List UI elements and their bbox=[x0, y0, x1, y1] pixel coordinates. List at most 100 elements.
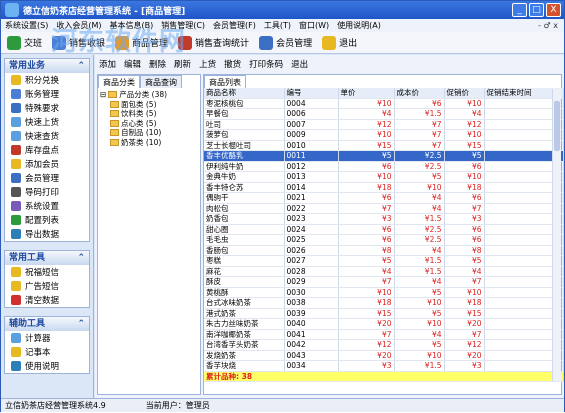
stock-in-button[interactable]: 上货 bbox=[199, 58, 216, 70]
add-button[interactable]: 添加 bbox=[99, 58, 116, 70]
tree-root[interactable]: ⊟ 产品分类 (38) bbox=[100, 90, 198, 100]
handover-button[interactable]: 交班 bbox=[7, 35, 42, 50]
menu-system[interactable]: 系统设置(S) bbox=[5, 19, 48, 32]
col-header-cost[interactable]: 成本价 bbox=[394, 88, 445, 99]
table-row[interactable]: 麻花 0028 ¥4 ¥1.5 ¥4 bbox=[204, 266, 564, 277]
col-header-promo[interactable]: 促销价 bbox=[444, 88, 485, 99]
table-row[interactable]: 香丰优酪乳 0011 ¥5 ¥2.5 ¥5 bbox=[204, 150, 564, 162]
maximize-button[interactable]: □ bbox=[529, 3, 544, 17]
col-header-name[interactable]: 商品名称 bbox=[204, 88, 285, 99]
sidebar-item-clear-data[interactable]: 清空数据 bbox=[5, 293, 89, 307]
tree-node[interactable]: 自制品 (10) bbox=[100, 128, 198, 138]
tree-node[interactable]: 饮料类 (5) bbox=[100, 109, 198, 119]
stock-out-button[interactable]: 撤货 bbox=[224, 58, 241, 70]
table-cell: ¥6 bbox=[338, 224, 395, 235]
tree-node[interactable]: 面包类 (5) bbox=[100, 100, 198, 110]
sidebar-section-header[interactable]: 常用业务 ⌃ bbox=[5, 59, 89, 73]
sidebar-item-quick-stock[interactable]: 快速上货 bbox=[5, 115, 89, 129]
table-row[interactable]: 奶香包 0023 ¥3 ¥1.5 ¥3 bbox=[204, 213, 564, 225]
table-row[interactable]: 发烧奶茶 0043 ¥20 ¥10 ¥20 bbox=[204, 350, 564, 361]
tree-node[interactable]: 奶茶类 (10) bbox=[100, 138, 198, 148]
sidebar-item-config[interactable]: 配置列表 bbox=[5, 213, 89, 227]
table-row[interactable]: 酥皮 0029 ¥7 ¥4 ¥7 bbox=[204, 276, 564, 288]
tree-node[interactable]: 点心类 (5) bbox=[100, 119, 198, 129]
table-cell: ¥10 bbox=[338, 129, 395, 141]
sidebar-item-greeting-sms[interactable]: 祝福短信 bbox=[5, 265, 89, 279]
tab-search[interactable]: 商品查询 bbox=[140, 75, 182, 88]
sidebar-item-member[interactable]: 会员管理 bbox=[5, 171, 89, 185]
collapse-icon[interactable]: ⌃ bbox=[77, 251, 85, 265]
sidebar-section-header[interactable]: 常用工具 ⌃ bbox=[5, 251, 89, 265]
menu-tools[interactable]: 工具(T) bbox=[264, 19, 291, 32]
watermark-text: 河东软件网 bbox=[51, 27, 187, 57]
sidebar-item-notepad[interactable]: 记事本 bbox=[5, 345, 89, 359]
col-header-price[interactable]: 单价 bbox=[338, 88, 395, 99]
sidebar-item-add-member[interactable]: 添加会员 bbox=[5, 157, 89, 171]
table-cell: ¥6 bbox=[444, 192, 485, 204]
sidebar-item-print[interactable]: 导码打印 bbox=[5, 185, 89, 199]
sidebar-item-help[interactable]: 使用说明 bbox=[5, 359, 89, 373]
vertical-scrollbar[interactable] bbox=[552, 89, 561, 381]
scrollbar-thumb[interactable] bbox=[554, 101, 560, 151]
mdi-controls[interactable]: - ♂ x bbox=[538, 19, 564, 32]
table-row[interactable]: 朱古力丝味奶茶 0040 ¥20 ¥10 ¥20 bbox=[204, 318, 564, 330]
tab-categories[interactable]: 商品分类 bbox=[98, 75, 140, 88]
sidebar-item-settings[interactable]: 系统设置 bbox=[5, 199, 89, 213]
table-row[interactable]: 港式奶茶 0039 ¥15 ¥5 ¥15 bbox=[204, 308, 564, 319]
tab-goods-list[interactable]: 商品列表 bbox=[204, 75, 246, 88]
menu-member[interactable]: 会员管理(F) bbox=[213, 19, 256, 32]
table-row[interactable]: 香肠包 0026 ¥8 ¥4 ¥8 bbox=[204, 245, 564, 256]
menu-help[interactable]: 使用说明(A) bbox=[337, 19, 381, 32]
collapse-icon[interactable]: ⌃ bbox=[77, 59, 85, 73]
table-row[interactable]: 毛毛虫 0025 ¥6 ¥2.5 ¥6 bbox=[204, 234, 564, 246]
table-row[interactable]: 吐司 0007 ¥12 ¥7 ¥12 bbox=[204, 119, 564, 130]
table-row[interactable]: 肉松包 0022 ¥7 ¥4 ¥7 bbox=[204, 203, 564, 214]
sidebar-item-ad-sms[interactable]: 广告短信 bbox=[5, 279, 89, 293]
table-row[interactable]: 南洋咖椰奶茶 0041 ¥7 ¥4 ¥7 bbox=[204, 329, 564, 340]
sidebar-item-special[interactable]: 特殊要求 bbox=[5, 101, 89, 115]
table-row[interactable]: 金典牛奶 0013 ¥10 ¥5 ¥10 bbox=[204, 171, 564, 183]
table-row[interactable]: 甜心圈 0024 ¥6 ¥2.5 ¥6 bbox=[204, 224, 564, 235]
refresh-button[interactable]: 刷新 bbox=[174, 58, 191, 70]
table-row[interactable]: 枣泥核桃包 0004 ¥10 ¥6 ¥10 bbox=[204, 98, 564, 109]
sidebar-item-accounts[interactable]: 账务管理 bbox=[5, 87, 89, 101]
folder-icon bbox=[108, 91, 118, 99]
table-row[interactable]: 菠萝包 0009 ¥10 ¥7 ¥10 bbox=[204, 129, 564, 141]
expand-icon[interactable]: ⊟ bbox=[100, 90, 106, 100]
table-row[interactable]: 香丰特仑苏 0014 ¥18 ¥10 ¥18 bbox=[204, 182, 564, 193]
goods-table-body: 枣泥核桃包 0004 ¥10 ¥6 ¥10 早餐包 0006 ¥4 ¥1.5 ¥4 吐司 0007 ¥1… bbox=[204, 98, 564, 382]
sidebar-item-export[interactable]: 导出数据 bbox=[5, 227, 89, 241]
col-header-code[interactable]: 编号 bbox=[284, 88, 339, 99]
minimize-button[interactable]: _ bbox=[512, 3, 527, 17]
sidebar-item-calculator[interactable]: 计算器 bbox=[5, 331, 89, 345]
exit-button[interactable]: 退出 bbox=[322, 35, 357, 50]
goods-exit-button[interactable]: 退出 bbox=[291, 58, 308, 70]
table-row[interactable]: 枣糕 0027 ¥5 ¥1.5 ¥5 bbox=[204, 255, 564, 267]
table-row[interactable]: 香芋块烧 0034 ¥3 ¥1.5 ¥3 bbox=[204, 360, 564, 372]
table-cell: ¥12 bbox=[338, 339, 395, 351]
sidebar-item-quick-check[interactable]: 快速查货 bbox=[5, 129, 89, 143]
table-cell: 0010 bbox=[284, 140, 339, 151]
folder-icon bbox=[110, 119, 119, 127]
collapse-icon[interactable]: ⌃ bbox=[77, 317, 85, 331]
table-row[interactable]: 伊利纯牛奶 0012 ¥6 ¥2.5 ¥6 bbox=[204, 161, 564, 172]
sidebar-section-header[interactable]: 辅助工具 ⌃ bbox=[5, 317, 89, 331]
close-button[interactable]: X bbox=[546, 3, 561, 17]
table-cell: ¥12 bbox=[444, 119, 485, 130]
edit-button[interactable]: 编辑 bbox=[124, 58, 141, 70]
delete-button[interactable]: 删除 bbox=[149, 58, 166, 70]
table-row[interactable]: 台湾香芋头奶茶 0042 ¥12 ¥5 ¥12 bbox=[204, 339, 564, 351]
table-row[interactable]: 台式冰味奶茶 0038 ¥18 ¥10 ¥18 bbox=[204, 297, 564, 309]
table-cell: ¥1.5 bbox=[394, 266, 445, 277]
member-manage-button[interactable]: 会员管理 bbox=[259, 35, 312, 50]
menu-window[interactable]: 窗口(W) bbox=[299, 19, 329, 32]
print-barcode-button[interactable]: 打印条码 bbox=[249, 58, 283, 70]
sales-stats-button[interactable]: 销售查询统计 bbox=[178, 35, 249, 50]
table-cell: 香丰特仑苏 bbox=[204, 182, 285, 193]
table-row[interactable]: 早餐包 0006 ¥4 ¥1.5 ¥4 bbox=[204, 108, 564, 120]
table-row[interactable]: 芝士长棍吐司 0010 ¥15 ¥7 ¥15 bbox=[204, 140, 564, 151]
table-row[interactable]: 黄桃酥 0030 ¥10 ¥5 ¥10 bbox=[204, 287, 564, 298]
sidebar-item-inventory[interactable]: 库存盘点 bbox=[5, 143, 89, 157]
table-row[interactable]: 偶驹干 0021 ¥6 ¥4 ¥6 bbox=[204, 192, 564, 204]
sidebar-item-points[interactable]: 积分兑换 bbox=[5, 73, 89, 87]
